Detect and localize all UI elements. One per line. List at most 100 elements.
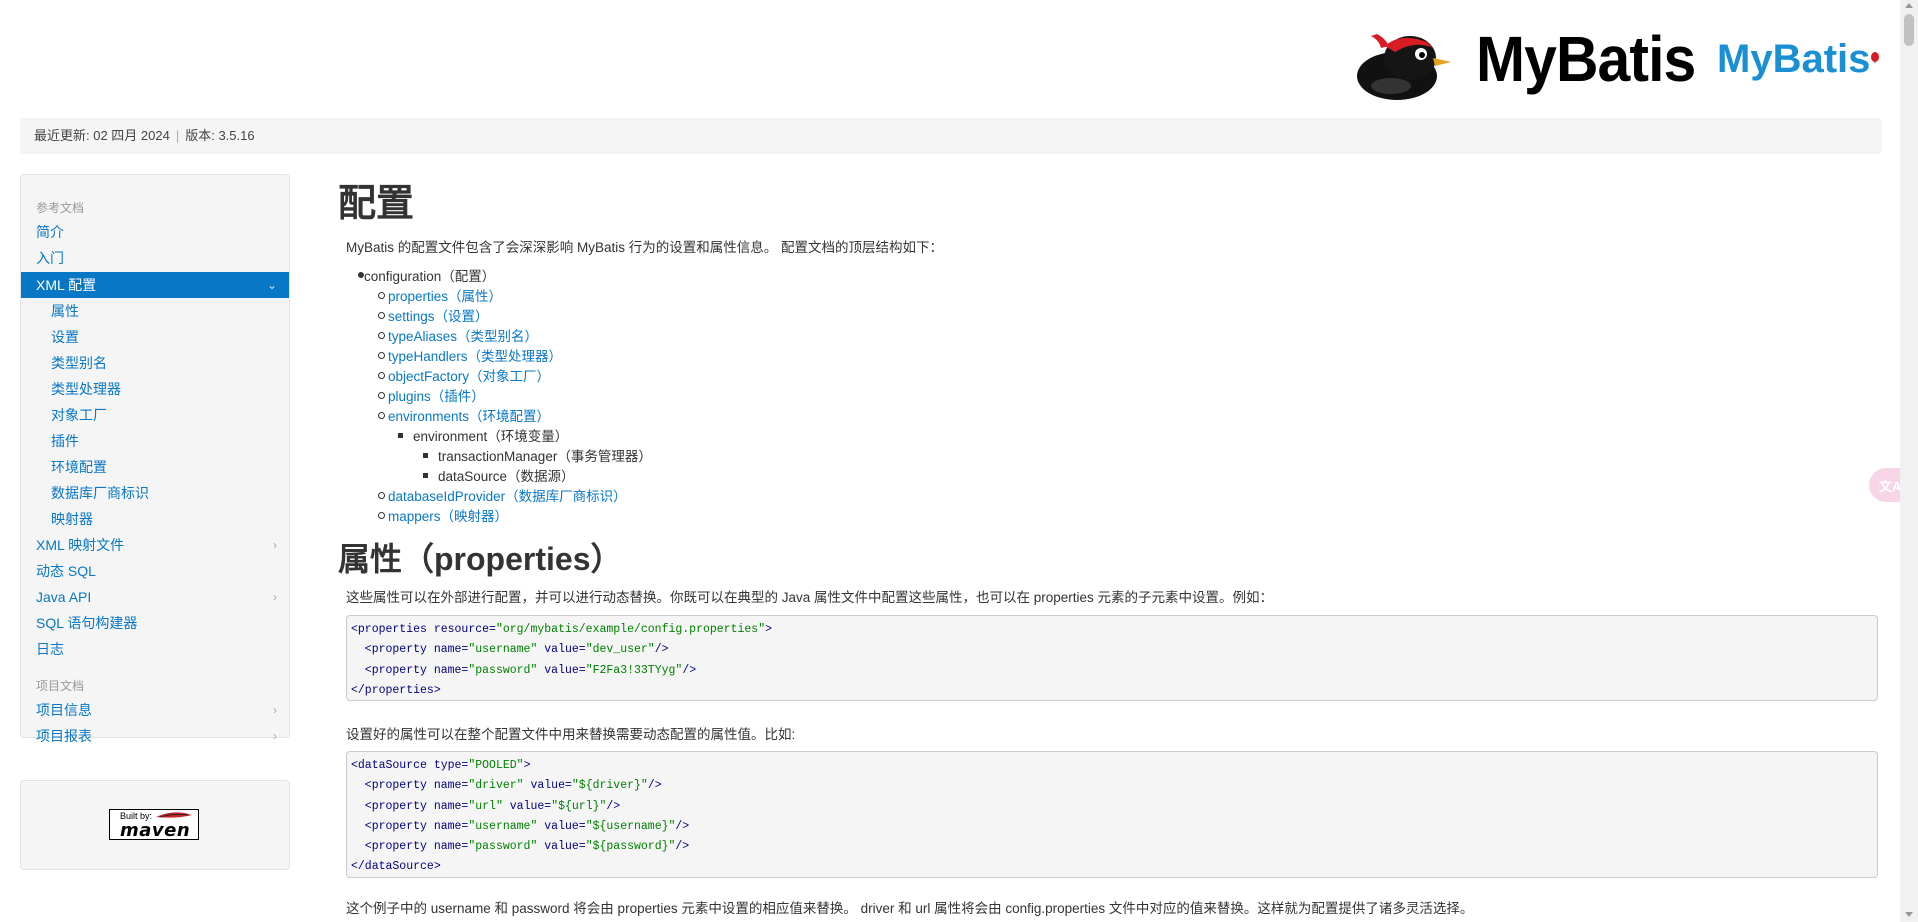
datasource-paragraph: 设置好的属性可以在整个配置文件中用来替换需要动态配置的属性值。比如:: [346, 727, 796, 742]
chevron-right-icon: ›: [273, 590, 277, 604]
nav-item-getting-started[interactable]: 入门: [21, 245, 289, 271]
nav-item-label: 简介: [36, 224, 64, 240]
nav-item-label: 映射器: [51, 511, 93, 527]
nav-item-environments[interactable]: 环境配置: [21, 454, 289, 480]
nav-item-label: 类型处理器: [51, 381, 121, 397]
tree-link-type-handlers[interactable]: typeHandlers（类型处理器）: [388, 345, 562, 365]
code-block-properties: <properties resource="org/mybatis/exampl…: [346, 615, 1878, 701]
built-by-panel: Built by: maven: [20, 780, 290, 870]
bullet-icon: .: [378, 412, 385, 419]
main-content: 配置 MyBatis 的配置文件包含了会深深影响 MyBatis 行为的设置和属…: [338, 170, 1878, 922]
nav-item-label: SQL 语句构建器: [36, 615, 138, 631]
nav-item-label: XML 映射文件: [36, 537, 125, 553]
nav-item-label: 数据库厂商标识: [51, 485, 149, 501]
tree-link-plugins[interactable]: plugins（插件）: [388, 385, 485, 405]
nav-item-xml-mapper[interactable]: XML 映射文件 ›: [21, 532, 289, 558]
nav-item-logging[interactable]: 日志: [21, 636, 289, 662]
nav-item-label: 日志: [36, 641, 64, 657]
code-line: </properties>: [351, 683, 441, 697]
bird-small-icon: [1871, 52, 1879, 63]
bullet-icon: .: [378, 392, 385, 399]
tree-link-object-factory[interactable]: objectFactory（对象工厂）: [388, 365, 550, 385]
code-line: <property name="url" value="${url}"/>: [351, 799, 621, 813]
nav-item-sql-builder[interactable]: SQL 语句构建器: [21, 610, 289, 636]
tree-configuration: configuration（配置）: [364, 269, 496, 284]
nav-item-label: 项目信息: [36, 702, 92, 718]
nav-item-mappers[interactable]: 映射器: [21, 506, 289, 532]
scroll-thumb[interactable]: [1904, 14, 1914, 46]
scroll-up-arrow-icon[interactable]: [1905, 3, 1913, 8]
tree-link-settings[interactable]: settings（设置）: [388, 305, 489, 325]
code-line: <property name="password" value="${passw…: [351, 840, 690, 854]
nav-item-label: Java API: [36, 589, 92, 605]
nav-item-database-id[interactable]: 数据库厂商标识: [21, 480, 289, 506]
nav-item-project-info[interactable]: 项目信息 ›: [21, 697, 289, 723]
bullet-icon: .: [398, 433, 403, 438]
nav-header-reference: 参考文档: [36, 201, 85, 215]
breadcrumb: 最近更新: 02 四月 2024 | 版本: 3.5.16: [20, 118, 1882, 154]
sidebar-nav: 参考文档 简介 入门 XML 配置 ⌄ 属性 设置 类型别名 类型处理器 对象工厂…: [20, 174, 290, 744]
scroll-down-arrow-icon[interactable]: [1905, 912, 1913, 917]
code-line: <properties resource="org/mybatis/exampl…: [351, 623, 773, 636]
tree-link-mappers[interactable]: mappers（映射器）: [388, 505, 508, 525]
nav-item-label: 设置: [51, 329, 79, 345]
translate-icon: 文A: [1879, 479, 1902, 494]
tree-datasource: dataSource（数据源）: [438, 469, 575, 484]
breadcrumb-separator: |: [175, 128, 180, 143]
nav-item-settings[interactable]: 设置: [21, 324, 289, 350]
bullet-icon: .: [378, 312, 385, 319]
chevron-right-icon: ›: [273, 729, 277, 743]
nav-item-dynamic-sql[interactable]: 动态 SQL: [21, 558, 289, 584]
tree-link-database-id[interactable]: databaseIdProvider（数据库厂商标识）: [388, 485, 627, 505]
nav-item-type-handlers[interactable]: 类型处理器: [21, 376, 289, 402]
nav-item-plugins[interactable]: 插件: [21, 428, 289, 454]
code-line: <property name="driver" value="${driver}…: [351, 779, 662, 793]
tree-link-properties[interactable]: properties（属性）: [388, 285, 502, 305]
built-by-maven-badge[interactable]: Built by: maven: [109, 809, 199, 841]
nav-item-label: 属性: [51, 303, 79, 319]
code-line: <property name="username" value="dev_use…: [351, 643, 669, 657]
nav-item-label: 类型别名: [51, 355, 107, 371]
version: 版本: 3.5.16: [185, 128, 255, 143]
nav-item-label: 项目报表: [36, 728, 92, 744]
nav-item-xml-config[interactable]: XML 配置 ⌄: [21, 272, 289, 298]
tree-link-environments[interactable]: environments（环境配置）: [388, 405, 550, 425]
nav-item-java-api[interactable]: Java API ›: [21, 584, 289, 610]
tree-link-type-aliases[interactable]: typeAliases（类型别名）: [388, 325, 538, 345]
bullet-icon: .: [378, 372, 385, 379]
intro-paragraph: MyBatis 的配置文件包含了会深深影响 MyBatis 行为的设置和属性信息…: [346, 240, 944, 255]
site-header: MyBatis MyBatis: [0, 0, 1900, 118]
bullet-icon: .: [378, 332, 385, 339]
mybatis-logo-text[interactable]: MyBatis: [1476, 22, 1696, 96]
replacement-paragraph: 这个例子中的 username 和 password 将会由 propertie…: [346, 901, 1474, 916]
nav-item-label: 环境配置: [51, 459, 107, 475]
chevron-down-icon: ⌄: [266, 278, 277, 292]
page-scrollbar[interactable]: [1900, 0, 1918, 922]
bullet-icon: .: [378, 292, 385, 299]
chevron-right-icon: ›: [273, 703, 277, 717]
tree-environment: environment（环境变量）: [413, 429, 569, 444]
nav-item-type-aliases[interactable]: 类型别名: [21, 350, 289, 376]
bullet-icon: .: [378, 352, 385, 359]
tree-transaction-manager: transactionManager（事务管理器）: [438, 449, 652, 464]
code-line: <property name="username" value="${usern…: [351, 819, 690, 833]
nav-item-label: 入门: [36, 250, 64, 266]
chevron-right-icon: ›: [273, 538, 277, 552]
bullet-icon: .: [378, 512, 385, 519]
maven-logo-text: maven: [120, 820, 191, 841]
nav-item-project-reports[interactable]: 项目报表 ›: [21, 723, 289, 749]
mybatis-project-title[interactable]: MyBatis: [1717, 37, 1870, 82]
code-line: <dataSource type="POOLED">: [351, 759, 531, 772]
page-title: 配置: [338, 183, 415, 225]
nav-item-object-factory[interactable]: 对象工厂: [21, 402, 289, 428]
code-block-datasource: <dataSource type="POOLED"> <property nam…: [346, 751, 1878, 878]
nav-item-intro[interactable]: 简介: [21, 219, 289, 245]
nav-item-properties[interactable]: 属性: [21, 298, 289, 324]
bullet-icon: .: [423, 453, 428, 458]
nav-item-label: 动态 SQL: [36, 563, 96, 579]
last-updated: 最近更新: 02 四月 2024: [34, 128, 170, 143]
code-line: </dataSource>: [351, 860, 441, 874]
bullet-icon: .: [378, 492, 385, 499]
mybatis-bird-logo[interactable]: [1355, 24, 1455, 104]
properties-paragraph: 这些属性可以在外部进行配置，并可以进行动态替换。你既可以在典型的 Java 属性…: [346, 590, 1274, 605]
